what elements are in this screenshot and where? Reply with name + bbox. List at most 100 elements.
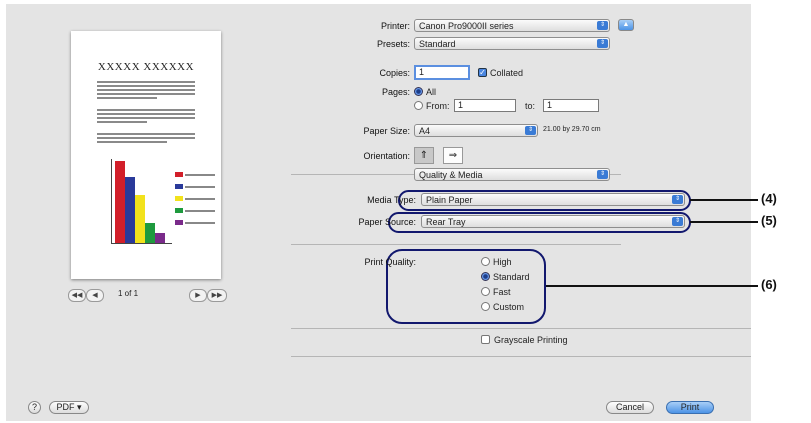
preview-text-line: [97, 137, 195, 139]
grayscale-checkbox[interactable]: [481, 335, 490, 344]
collated-label: Collated: [490, 68, 524, 78]
preview-text-line: [97, 97, 157, 99]
quality-standard-radio[interactable]: [481, 272, 490, 281]
preview-text-line: [97, 93, 195, 95]
presets-popup[interactable]: Standard ⇕: [414, 37, 610, 50]
pages-to-label: to:: [525, 101, 536, 111]
next-page-button[interactable]: ▶: [189, 289, 207, 302]
preview-bar-chart: [111, 159, 172, 244]
collated-checkbox[interactable]: ✓: [478, 68, 487, 77]
paper-size-label: Paper Size:: [363, 126, 410, 136]
legend-text: [185, 174, 215, 176]
popup-arrows-icon: ⇕: [672, 217, 683, 226]
print-quality-label: Print Quality:: [364, 257, 416, 267]
paper-source-value: Rear Tray: [426, 217, 466, 227]
popup-arrows-icon: ⇕: [597, 170, 608, 179]
pages-from-field[interactable]: 1: [454, 99, 516, 112]
popup-arrows-icon: ⇕: [597, 39, 608, 48]
copies-field[interactable]: 1: [414, 65, 470, 80]
preview-bar: [145, 223, 155, 243]
legend-swatch: [175, 196, 183, 201]
separator: [291, 328, 751, 329]
help-button[interactable]: ?: [28, 401, 41, 414]
landscape-orientation-icon: ⇒: [448, 150, 458, 161]
preview-bar: [115, 161, 125, 243]
pages-label: Pages:: [381, 87, 410, 97]
legend-text: [185, 186, 215, 188]
disclosure-toggle-button[interactable]: ▲: [618, 19, 634, 31]
paper-size-value: A4: [419, 126, 431, 136]
callout-5: (5): [761, 213, 777, 228]
pdf-button[interactable]: PDF ▾: [49, 401, 89, 414]
print-dialog: XXXXX XXXXXX ◀◀ ◀ 1 of 1 ▶ ▶▶ Printer: C…: [6, 4, 751, 421]
printer-label: Printer:: [380, 21, 410, 31]
popup-arrows-icon: ⇕: [597, 21, 608, 30]
legend-text: [185, 222, 215, 224]
landscape-orientation-button[interactable]: ⇒: [443, 147, 463, 164]
separator: [291, 356, 751, 357]
callout-line-6: [546, 285, 758, 287]
paper-size-popup[interactable]: A4 ⇕: [414, 124, 538, 137]
preview-bar: [135, 195, 145, 243]
pages-to-field[interactable]: 1: [543, 99, 599, 112]
quality-fast-label: Fast: [493, 287, 511, 297]
pages-from-label: From:: [426, 101, 450, 111]
media-type-value: Plain Paper: [426, 195, 473, 205]
callout-line-4: [690, 199, 758, 201]
preview-bar: [125, 177, 135, 243]
section-value: Quality & Media: [419, 170, 483, 180]
legend-swatch: [175, 220, 183, 225]
preview-text-line: [97, 133, 195, 135]
last-page-button[interactable]: ▶▶: [207, 289, 227, 302]
preview-text-line: [97, 89, 195, 91]
portrait-orientation-button[interactable]: ⇑: [414, 147, 434, 164]
presets-value: Standard: [419, 39, 456, 49]
copies-label: Copies:: [379, 68, 410, 78]
separator: [291, 244, 621, 245]
media-type-label: Media Type:: [367, 195, 416, 205]
preview-text-line: [97, 109, 195, 111]
paper-source-label: Paper Source:: [358, 217, 416, 227]
legend-text: [185, 210, 215, 212]
quality-high-label: High: [493, 257, 512, 267]
grayscale-label: Grayscale Printing: [494, 335, 568, 345]
preview-bar: [155, 233, 165, 243]
quality-fast-radio[interactable]: [481, 287, 490, 296]
popup-arrows-icon: ⇕: [672, 195, 683, 204]
quality-high-radio[interactable]: [481, 257, 490, 266]
cancel-button[interactable]: Cancel: [606, 401, 654, 414]
preview-text-line: [97, 121, 147, 123]
preview-text-line: [97, 85, 195, 87]
callout-4: (4): [761, 191, 777, 206]
media-type-popup[interactable]: Plain Paper ⇕: [421, 193, 685, 206]
orientation-label: Orientation:: [363, 151, 410, 161]
quality-custom-label: Custom: [493, 302, 525, 312]
legend-swatch: [175, 208, 183, 213]
preview-text-line: [97, 113, 195, 115]
callout-line-5: [690, 221, 758, 223]
pages-all-radio[interactable]: [414, 87, 423, 96]
legend-text: [185, 198, 215, 200]
presets-label: Presets:: [376, 39, 410, 49]
preview-title: XXXXX XXXXXX: [97, 61, 195, 73]
legend-swatch: [175, 184, 183, 189]
previous-page-button[interactable]: ◀: [86, 289, 104, 302]
help-icon: ?: [31, 402, 37, 412]
print-preview-page: XXXXX XXXXXX: [71, 31, 221, 279]
paper-size-dimensions: 21.00 by 29.70 cm: [543, 126, 601, 133]
pages-all-label: All: [426, 87, 437, 97]
preview-text-line: [97, 141, 167, 143]
printer-popup[interactable]: Canon Pro9000II series ⇕: [414, 19, 610, 32]
callout-6: (6): [761, 277, 777, 292]
section-popup[interactable]: Quality & Media ⇕: [414, 168, 610, 181]
preview-text-line: [97, 81, 195, 83]
quality-custom-radio[interactable]: [481, 302, 490, 311]
paper-source-popup[interactable]: Rear Tray ⇕: [421, 215, 685, 228]
first-page-button[interactable]: ◀◀: [68, 289, 86, 302]
printer-value: Canon Pro9000II series: [419, 21, 514, 31]
pages-from-radio[interactable]: [414, 101, 423, 110]
preview-text-line: [97, 117, 195, 119]
page-indicator: 1 of 1: [118, 289, 139, 298]
quality-standard-label: Standard: [493, 272, 530, 282]
print-button[interactable]: Print: [666, 401, 714, 414]
